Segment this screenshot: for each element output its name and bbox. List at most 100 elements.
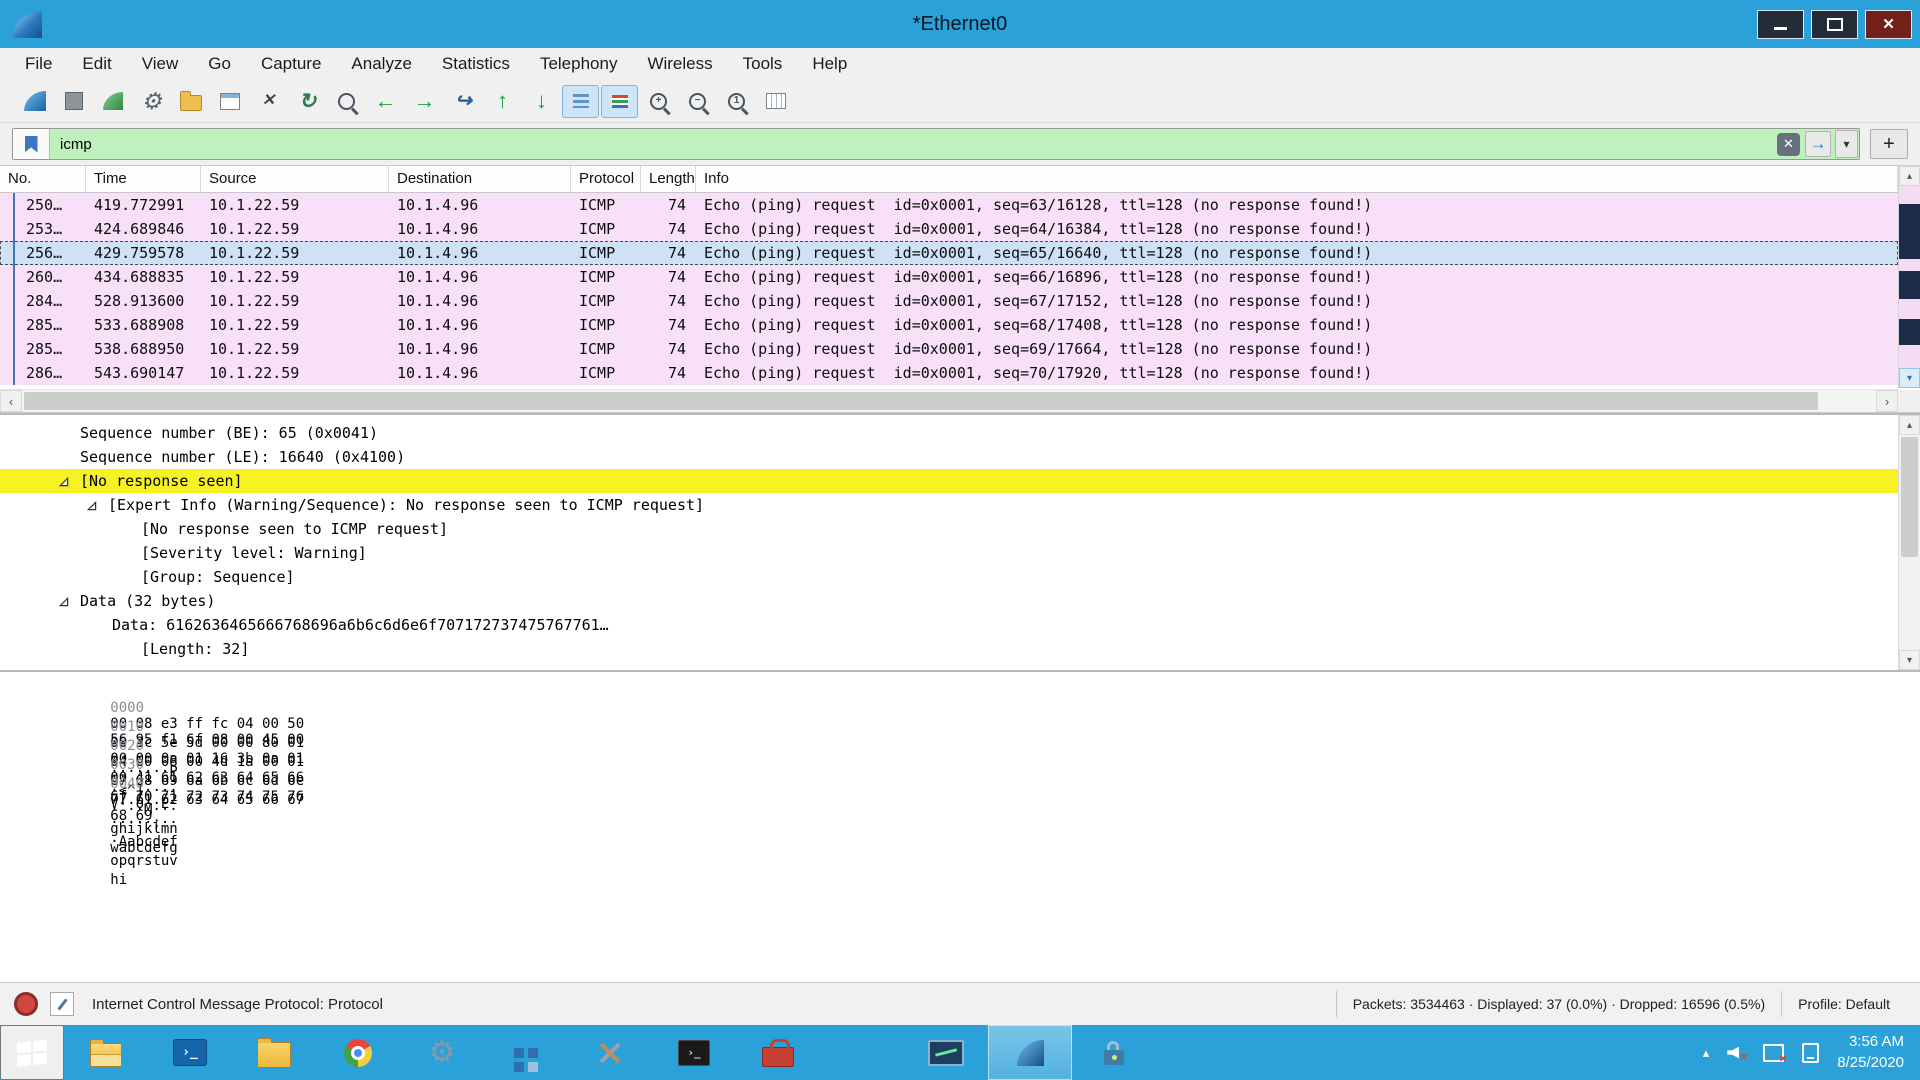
go-first[interactable] [484, 85, 521, 118]
packet-row[interactable]: 253… 424.689846 10.1.22.59 10.1.4.96 ICM… [0, 217, 1898, 241]
menu-item[interactable]: Statistics [427, 48, 525, 80]
resize-columns[interactable] [757, 85, 794, 118]
packet-row[interactable]: 260… 434.688835 10.1.22.59 10.1.4.96 ICM… [0, 265, 1898, 289]
save-file[interactable] [211, 85, 248, 118]
stop-capture[interactable] [55, 85, 92, 118]
folder[interactable] [232, 1025, 316, 1080]
detail-line[interactable]: [Length: 32] [0, 637, 1898, 661]
packet-row[interactable]: 250… 419.772991 10.1.22.59 10.1.4.96 ICM… [0, 193, 1898, 217]
maximize-button[interactable] [1811, 10, 1858, 39]
details-scroll-down-button[interactable]: ▾ [1899, 650, 1920, 670]
packet-row[interactable]: 285… 533.688908 10.1.22.59 10.1.4.96 ICM… [0, 313, 1898, 337]
detail-line[interactable]: Sequence number (LE): 16640 (0x4100) [0, 445, 1898, 469]
go-last[interactable] [523, 85, 560, 118]
filter-bookmark-button[interactable] [13, 129, 50, 159]
detail-line[interactable]: Sequence number (BE): 65 (0x0041) [0, 421, 1898, 445]
menu-item[interactable]: Tools [728, 48, 798, 80]
toolbox[interactable] [736, 1025, 820, 1080]
filter-add-button[interactable]: + [1870, 129, 1908, 159]
menu-item[interactable]: Telephony [525, 48, 633, 80]
tools[interactable] [568, 1025, 652, 1080]
detail-line[interactable]: [No response seen] [0, 469, 1898, 493]
start-capture[interactable] [16, 85, 53, 118]
pc-status[interactable] [1802, 1043, 1819, 1063]
hex-row[interactable]: 0000 00 08 e3 ff fc 04 00 50 56 95 f1 6f… [26, 684, 1920, 703]
packet-row[interactable]: 286… 543.690147 10.1.22.59 10.1.4.96 ICM… [0, 361, 1898, 385]
settings-gear[interactable] [400, 1025, 484, 1080]
column-header-no[interactable]: No. [0, 166, 86, 192]
expand-triangle-icon[interactable] [58, 476, 80, 487]
detail-line[interactable]: [Group: Sequence] [0, 565, 1898, 589]
horizontal-scroll-thumb[interactable] [24, 392, 1818, 410]
dots-grid[interactable] [1156, 1025, 1240, 1080]
reload-file[interactable] [289, 85, 326, 118]
column-header-source[interactable]: Source [201, 166, 389, 192]
zoom-original[interactable] [718, 85, 755, 118]
menu-item[interactable]: Capture [246, 48, 336, 80]
zoom-out[interactable] [679, 85, 716, 118]
menu-item[interactable]: View [127, 48, 194, 80]
restart-capture[interactable] [94, 85, 131, 118]
filter-apply-button[interactable]: → [1805, 131, 1831, 157]
find-packet[interactable] [328, 85, 365, 118]
scroll-up-button[interactable]: ▴ [1899, 166, 1920, 186]
detail-line[interactable]: [Expert Info (Warning/Sequence): No resp… [0, 493, 1898, 517]
start-button[interactable] [0, 1025, 64, 1080]
network-error[interactable] [1763, 1044, 1784, 1062]
status-profile[interactable]: Profile: Default [1782, 996, 1906, 1012]
command-prompt[interactable] [652, 1025, 736, 1080]
column-header-destination[interactable]: Destination [389, 166, 571, 192]
details-scrollbar[interactable]: ▴ ▾ [1898, 415, 1920, 670]
packet-row[interactable]: 284… 528.913600 10.1.22.59 10.1.4.96 ICM… [0, 289, 1898, 313]
wireshark[interactable] [988, 1025, 1072, 1080]
expand-triangle-icon[interactable] [86, 500, 108, 511]
detail-line[interactable]: [No response seen to ICMP request] [0, 517, 1898, 541]
menu-item[interactable]: File [10, 48, 67, 80]
packet-row[interactable]: 285… 538.688950 10.1.22.59 10.1.4.96 ICM… [0, 337, 1898, 361]
scroll-down-button[interactable]: ▾ [1899, 368, 1920, 388]
details-scroll-up-button[interactable]: ▴ [1899, 415, 1920, 435]
close-file[interactable] [250, 85, 287, 118]
column-header-length[interactable]: Length [641, 166, 696, 192]
close-button[interactable]: ✕ [1865, 10, 1912, 39]
volume-muted[interactable] [1727, 1045, 1745, 1061]
filter-clear-button[interactable]: ✕ [1777, 133, 1800, 156]
detail-line[interactable]: Data (32 bytes) [0, 589, 1898, 613]
go-back[interactable] [367, 85, 404, 118]
scroll-right-button[interactable]: › [1876, 390, 1898, 412]
zoom-in[interactable] [640, 85, 677, 118]
column-header-protocol[interactable]: Protocol [571, 166, 641, 192]
app-blocks[interactable] [484, 1025, 568, 1080]
menu-item[interactable]: Go [193, 48, 246, 80]
menu-item[interactable]: Analyze [336, 48, 426, 80]
taskbar-clock[interactable]: 3:56 AM 8/25/2020 [1837, 1032, 1904, 1073]
hidden-icons[interactable] [1703, 1045, 1710, 1061]
expand-triangle-icon[interactable] [58, 596, 80, 607]
minimize-button[interactable] [1757, 10, 1804, 39]
capture-comment-button[interactable] [50, 992, 74, 1016]
colorize[interactable] [601, 85, 638, 118]
column-header-info[interactable]: Info [696, 166, 1898, 192]
password-lock[interactable] [1072, 1025, 1156, 1080]
menu-item[interactable]: Help [797, 48, 862, 80]
auto-scroll[interactable] [562, 85, 599, 118]
filter-dropdown-button[interactable]: ▾ [1835, 130, 1858, 158]
file-explorer[interactable] [64, 1025, 148, 1080]
details-scroll-thumb[interactable] [1901, 437, 1918, 557]
chrome[interactable] [316, 1025, 400, 1080]
horizontal-scrollbar[interactable]: ‹ › [0, 389, 1898, 412]
scroll-left-button[interactable]: ‹ [0, 390, 22, 412]
menu-item[interactable]: Wireless [632, 48, 727, 80]
packet-row[interactable]: 256… 429.759578 10.1.22.59 10.1.4.96 ICM… [0, 241, 1898, 265]
open-file[interactable] [172, 85, 209, 118]
go-to-packet[interactable] [445, 85, 482, 118]
go-forward[interactable] [406, 85, 443, 118]
packet-list-scrollbar[interactable]: ▴ ▾ [1898, 166, 1920, 388]
system-monitor[interactable] [904, 1025, 988, 1080]
column-header-time[interactable]: Time [86, 166, 201, 192]
detail-line[interactable]: [Severity level: Warning] [0, 541, 1898, 565]
detail-line[interactable]: Data: 6162636465666768696a6b6c6d6e6f7071… [0, 613, 1898, 637]
filter-text-field[interactable] [50, 135, 1777, 154]
capture-options[interactable] [133, 85, 170, 118]
powershell[interactable] [148, 1025, 232, 1080]
